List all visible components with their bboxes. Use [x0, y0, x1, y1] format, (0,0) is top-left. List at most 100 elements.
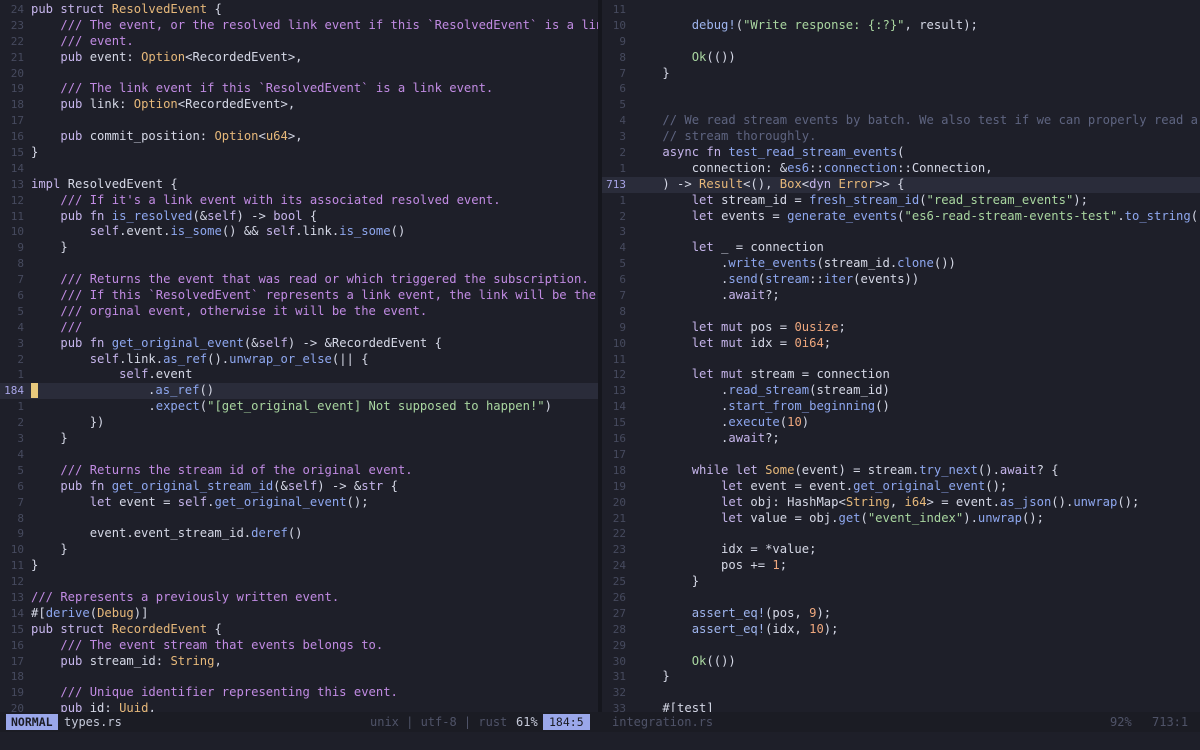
- code-line[interactable]: 20 pub id: Uuid,: [0, 701, 598, 712]
- code-line[interactable]: 29: [602, 638, 1200, 654]
- current-code-line[interactable]: 713 ) -> Result<(), Box<dyn Error>> {: [602, 176, 1200, 193]
- code-line[interactable]: 26: [602, 590, 1200, 606]
- code-line[interactable]: 16 pub commit_position: Option<u64>,: [0, 129, 598, 145]
- code-line[interactable]: 4 let _ = connection: [602, 240, 1200, 256]
- code-line[interactable]: 33 #[test]: [602, 701, 1200, 712]
- code-line[interactable]: 18 while let Some(event) = stream.try_ne…: [602, 463, 1200, 479]
- code-line[interactable]: 32: [602, 685, 1200, 701]
- code-line[interactable]: 8 Ok(()): [602, 50, 1200, 66]
- code-line[interactable]: 24 pub struct ResolvedEvent {: [0, 2, 598, 18]
- code-line[interactable]: 2 self.link.as_ref().unwrap_or_else(|| {: [0, 352, 598, 368]
- code-line[interactable]: 3: [602, 224, 1200, 240]
- code-line[interactable]: 9 let mut pos = 0usize;: [602, 320, 1200, 336]
- command-line[interactable]: [0, 732, 1200, 750]
- code-line[interactable]: 17: [602, 447, 1200, 463]
- code-line[interactable]: 23 idx = *value;: [602, 542, 1200, 558]
- code-line[interactable]: 25 }: [602, 574, 1200, 590]
- code-line[interactable]: 12 /// If it's a link event with its ass…: [0, 193, 598, 209]
- right-editor-pane[interactable]: 11 10 debug!("Write response: {:?}", resu…: [602, 0, 1200, 712]
- code-line[interactable]: 1 .expect("[get_original_event] Not supp…: [0, 399, 598, 415]
- code-line[interactable]: 21 pub event: Option<RecordedEvent>,: [0, 50, 598, 66]
- code-line[interactable]: 10 debug!("Write response: {:?}", result…: [602, 18, 1200, 34]
- code-line[interactable]: 24 pos += 1;: [602, 558, 1200, 574]
- code-line[interactable]: 14 #[derive(Debug)]: [0, 606, 598, 622]
- code-line[interactable]: 17: [0, 113, 598, 129]
- code-line[interactable]: 4 ///: [0, 320, 598, 336]
- code-line[interactable]: 2 let events = generate_events("es6-read…: [602, 209, 1200, 225]
- code-line[interactable]: 14 .start_from_beginning(): [602, 399, 1200, 415]
- right-code-lines[interactable]: 11 10 debug!("Write response: {:?}", resu…: [602, 2, 1200, 712]
- code-line[interactable]: 6 .send(stream::iter(events)): [602, 272, 1200, 288]
- code-line[interactable]: 23 /// The event, or the resolved link e…: [0, 18, 598, 34]
- code-line[interactable]: 2 }): [0, 415, 598, 431]
- code-line[interactable]: 9: [602, 34, 1200, 50]
- code-line[interactable]: 1 let stream_id = fresh_stream_id("read_…: [602, 193, 1200, 209]
- code-line[interactable]: 8: [0, 256, 598, 272]
- code-line[interactable]: 16 /// The event stream that events belo…: [0, 638, 598, 654]
- code-line[interactable]: 12: [0, 574, 598, 590]
- code-line[interactable]: 15}: [0, 145, 598, 161]
- left-code-lines[interactable]: 24 pub struct ResolvedEvent {23 /// The e…: [0, 2, 598, 712]
- code-line[interactable]: 16 .await?;: [602, 431, 1200, 447]
- current-code-line[interactable]: 184 .as_ref(): [0, 383, 598, 400]
- code-line[interactable]: 7 /// Returns the event that was read or…: [0, 272, 598, 288]
- code-line[interactable]: 11}: [0, 558, 598, 574]
- code-line[interactable]: 20 let obj: HashMap<String, i64> = event…: [602, 495, 1200, 511]
- code-line[interactable]: 28 assert_eq!(idx, 10);: [602, 622, 1200, 638]
- code-line[interactable]: 6 /// If this `ResolvedEvent` represents…: [0, 288, 598, 304]
- code-line[interactable]: 6 pub fn get_original_stream_id(&self) -…: [0, 479, 598, 495]
- code-line[interactable]: 5 .write_events(stream_id.clone()): [602, 256, 1200, 272]
- code-line[interactable]: 3 pub fn get_original_event(&self) -> &R…: [0, 336, 598, 352]
- code-line[interactable]: 1 self.event: [0, 367, 598, 383]
- code-line[interactable]: 7 .await?;: [602, 288, 1200, 304]
- line-number: 10: [612, 18, 626, 32]
- code-line[interactable]: 8: [0, 511, 598, 527]
- code-line[interactable]: 3 // stream thoroughly.: [602, 129, 1200, 145]
- text-cursor: [31, 383, 38, 399]
- code-line[interactable]: 20: [0, 66, 598, 82]
- code-line[interactable]: 22: [602, 526, 1200, 542]
- code-line[interactable]: 19 let event = event.get_original_event(…: [602, 479, 1200, 495]
- code-line[interactable]: 10 }: [0, 542, 598, 558]
- code-line[interactable]: 22 /// event.: [0, 34, 598, 50]
- code-line[interactable]: 18 pub link: Option<RecordedEvent>,: [0, 97, 598, 113]
- code-line[interactable]: 5: [602, 97, 1200, 113]
- code-line[interactable]: 5 /// orginal event, otherwise it will b…: [0, 304, 598, 320]
- code-line[interactable]: 12 let mut stream = connection: [602, 367, 1200, 383]
- code-line[interactable]: 30 Ok(()): [602, 654, 1200, 670]
- code-line[interactable]: 9 event.event_stream_id.deref(): [0, 526, 598, 542]
- code-line[interactable]: 19 /// The link event if this `ResolvedE…: [0, 81, 598, 97]
- code-line[interactable]: 7 }: [602, 66, 1200, 82]
- code-token: (stream_id.: [816, 256, 898, 271]
- code-line[interactable]: 11: [602, 2, 1200, 18]
- code-line[interactable]: 21 let value = obj.get("event_index").un…: [602, 511, 1200, 527]
- code-line[interactable]: 19 /// Unique identifier representing th…: [0, 685, 598, 701]
- code-line[interactable]: 17 pub stream_id: String,: [0, 654, 598, 670]
- code-line[interactable]: 15 pub struct RecordedEvent {: [0, 622, 598, 638]
- code-line[interactable]: 10 self.event.is_some() && self.link.is_…: [0, 224, 598, 240]
- code-line[interactable]: 11: [602, 352, 1200, 368]
- code-token: ): [801, 415, 810, 430]
- code-line[interactable]: 11 pub fn is_resolved(&self) -> bool {: [0, 209, 598, 225]
- code-line[interactable]: 31 }: [602, 669, 1200, 685]
- code-line[interactable]: 13 impl ResolvedEvent {: [0, 177, 598, 193]
- code-line[interactable]: 8: [602, 304, 1200, 320]
- code-line[interactable]: 18: [0, 669, 598, 685]
- code-line[interactable]: 13 /// Represents a previously written ev…: [0, 590, 598, 606]
- code-line[interactable]: 4 // We read stream events by batch. We …: [602, 113, 1200, 129]
- code-line[interactable]: 13 .read_stream(stream_id): [602, 383, 1200, 399]
- code-line[interactable]: 5 /// Returns the stream id of the origi…: [0, 463, 598, 479]
- vim-editor[interactable]: 24 pub struct ResolvedEvent {23 /// The e…: [0, 0, 1200, 750]
- code-line[interactable]: 9 }: [0, 240, 598, 256]
- code-line[interactable]: 3 }: [0, 431, 598, 447]
- code-line[interactable]: 10 let mut idx = 0i64;: [602, 336, 1200, 352]
- code-line[interactable]: 27 assert_eq!(pos, 9);: [602, 606, 1200, 622]
- code-line[interactable]: 6: [602, 81, 1200, 97]
- code-line[interactable]: 15 .execute(10): [602, 415, 1200, 431]
- code-line[interactable]: 7 let event = self.get_original_event();: [0, 495, 598, 511]
- left-editor-pane[interactable]: 24 pub struct ResolvedEvent {23 /// The e…: [0, 0, 598, 712]
- code-line[interactable]: 4: [0, 447, 598, 463]
- code-line[interactable]: 14: [0, 161, 598, 177]
- code-line[interactable]: 1 connection: &es6::connection::Connecti…: [602, 161, 1200, 177]
- code-line[interactable]: 2 async fn test_read_stream_events(: [602, 145, 1200, 161]
